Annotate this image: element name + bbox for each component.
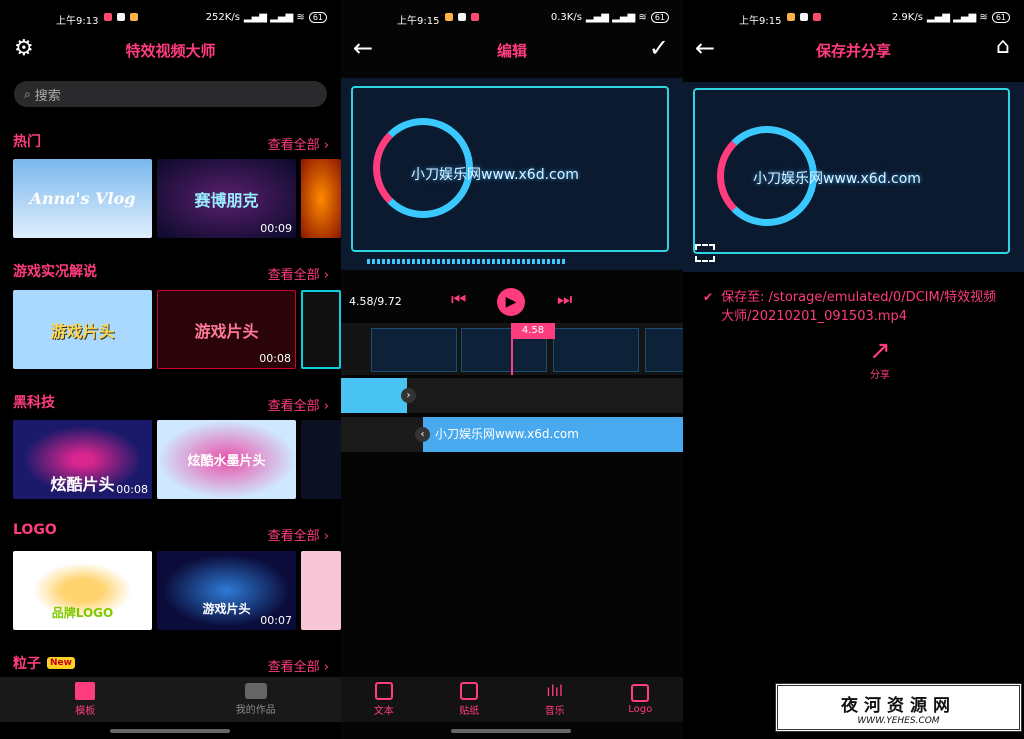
signal-icon: ▂▄▆ ▂▄▆ ≋ <box>585 12 647 23</box>
fullscreen-icon[interactable] <box>695 244 715 262</box>
template-thumb[interactable] <box>301 420 341 499</box>
section-title-logo: LOGO <box>13 522 57 538</box>
template-thumb[interactable] <box>301 551 341 630</box>
nav-sticker[interactable]: 贴纸 <box>427 677 513 722</box>
sticker-icon <box>460 682 479 700</box>
play-button[interactable]: ▶ <box>497 288 525 316</box>
overlay-track[interactable]: › <box>341 378 683 413</box>
skip-forward-icon[interactable]: ⏭ <box>557 290 572 310</box>
home-icon[interactable]: ⌂ <box>996 34 1010 59</box>
time-display: 4.58/9.72 <box>349 295 402 308</box>
signal-icon: ▂▄▆ ▂▄▆ ≋ <box>926 12 988 23</box>
template-thumb[interactable] <box>301 290 341 369</box>
handle-chevron-icon[interactable]: › <box>401 388 416 403</box>
template-thumb[interactable]: 赛博朋克 00:09 <box>157 159 296 238</box>
template-thumb[interactable]: 游戏片头 00:08 <box>157 290 296 369</box>
video-timeline[interactable]: 4.58 <box>341 323 683 375</box>
editor-title: 编辑 <box>496 42 527 60</box>
bottom-nav: 模板 我的作品 <box>0 677 341 722</box>
section-title-hot: 热门 <box>13 134 41 150</box>
camera-icon <box>244 683 267 699</box>
preview-text: 小刀娱乐网www.x6d.com <box>411 167 579 183</box>
logo-icon <box>631 684 650 702</box>
see-all-game[interactable]: 查看全部 › <box>268 264 329 283</box>
template-thumb[interactable]: 炫酷片头 00:08 <box>13 420 152 499</box>
search-input[interactable]: ⌕ 搜索 <box>14 81 327 107</box>
status-time: 上午9:13 <box>56 16 99 27</box>
gesture-bar <box>451 729 571 733</box>
saved-path: 保存至: /storage/emulated/0/DCIM/特效视频大师/202… <box>721 290 997 324</box>
preview-text: 小刀娱乐网www.x6d.com <box>753 171 921 187</box>
nav-music[interactable]: ılıl 音乐 <box>512 677 598 722</box>
share-title: 保存并分享 <box>815 42 891 60</box>
share-header: ← 保存并分享 ⌂ <box>683 34 1024 70</box>
film-icon <box>75 682 96 700</box>
section-title-tech: 黑科技 <box>13 395 55 411</box>
editor-bottom-nav: 文本 贴纸 ılıl 音乐 Logo <box>341 677 683 722</box>
nav-logo[interactable]: Logo <box>598 677 684 722</box>
text-icon <box>374 682 393 700</box>
app-title: 特效视频大师 <box>125 42 216 60</box>
playback-controls: 4.58/9.72 ⏮ ▶ ⏭ <box>341 288 683 316</box>
share-screen: 上午9:15 2.9K/s ▂▄▆ ▂▄▆ ≋ 61 ← 保存并分享 ⌂ 小刀娱乐网… <box>683 0 1024 739</box>
text-track[interactable]: 小刀娱乐网www.x6d.com ‹ <box>341 417 683 452</box>
search-icon: ⌕ <box>24 86 31 101</box>
confirm-check-icon[interactable]: ✓ <box>649 34 669 62</box>
watermark: 夜河资源网 WWW.YEHES.COM <box>775 683 1022 732</box>
section-title-particle: 粒子 New <box>13 653 75 673</box>
signal-icon: ▂▄▆ ▂▄▆ ≋ <box>243 12 305 23</box>
see-all-hot[interactable]: 查看全部 › <box>268 134 329 153</box>
home-header: ⚙ 特效视频大师 <box>0 34 341 70</box>
see-all-logo[interactable]: 查看全部 › <box>268 525 329 544</box>
share-icon: ↗ <box>869 336 891 366</box>
editor-screen: 上午9:15 0.3K/s ▂▄▆ ▂▄▆ ≋ 61 ← 编辑 ✓ 小刀娱乐网www… <box>341 0 683 739</box>
skip-back-icon[interactable]: ⏮ <box>451 290 466 310</box>
status-bar: 上午9:15 0.3K/s ▂▄▆ ▂▄▆ ≋ 61 <box>341 0 683 36</box>
template-thumb[interactable] <box>301 159 341 238</box>
overlay-clip[interactable] <box>341 378 407 413</box>
result-preview[interactable]: 小刀娱乐网www.x6d.com <box>683 82 1024 272</box>
see-all-tech[interactable]: 查看全部 › <box>268 395 329 414</box>
nav-text[interactable]: 文本 <box>341 677 427 722</box>
search-placeholder: 搜索 <box>34 88 61 104</box>
battery-icon: 61 <box>308 12 327 23</box>
battery-icon: 61 <box>650 12 669 23</box>
status-bar: 上午9:13 252K/s ▂▄▆ ▂▄▆ ≋ 61 <box>0 0 341 36</box>
music-icon: ılıl <box>546 682 564 700</box>
nav-templates[interactable]: 模板 <box>0 677 171 722</box>
template-thumb[interactable]: 游戏片头 00:07 <box>157 551 296 630</box>
battery-icon: 61 <box>991 12 1010 23</box>
new-badge: New <box>47 657 75 669</box>
template-thumb[interactable]: 炫酷水墨片头 <box>157 420 296 499</box>
share-button[interactable]: ↗ 分享 <box>861 336 899 381</box>
template-thumb[interactable]: 品牌LOGO <box>13 551 152 630</box>
see-all-particle[interactable]: 查看全部 › <box>268 656 329 675</box>
home-screen: 上午9:13 252K/s ▂▄▆ ▂▄▆ ≋ 61 ⚙ 特效视频大师 ⌕ 搜索 热… <box>0 0 341 739</box>
template-thumb[interactable]: 游戏片头 <box>13 290 152 369</box>
handle-chevron-left-icon[interactable]: ‹ <box>415 427 430 442</box>
text-clip[interactable]: 小刀娱乐网www.x6d.com <box>423 417 683 452</box>
check-circle-icon: ✔ <box>703 290 714 304</box>
nav-my-works[interactable]: 我的作品 <box>171 677 342 722</box>
playhead-label: 4.58 <box>511 323 555 339</box>
video-preview[interactable]: 小刀娱乐网www.x6d.com <box>341 78 683 270</box>
saved-path-row: ✔ 保存至: /storage/emulated/0/DCIM/特效视频大师/2… <box>703 288 1003 326</box>
editor-header: ← 编辑 ✓ <box>341 34 683 70</box>
template-thumb[interactable]: Anna's Vlog <box>13 159 152 238</box>
section-title-game: 游戏实况解说 <box>13 264 97 280</box>
net-speed: 252K/s <box>205 12 240 23</box>
status-bar: 上午9:15 2.9K/s ▂▄▆ ▂▄▆ ≋ 61 <box>683 0 1024 36</box>
gesture-bar <box>110 729 230 733</box>
